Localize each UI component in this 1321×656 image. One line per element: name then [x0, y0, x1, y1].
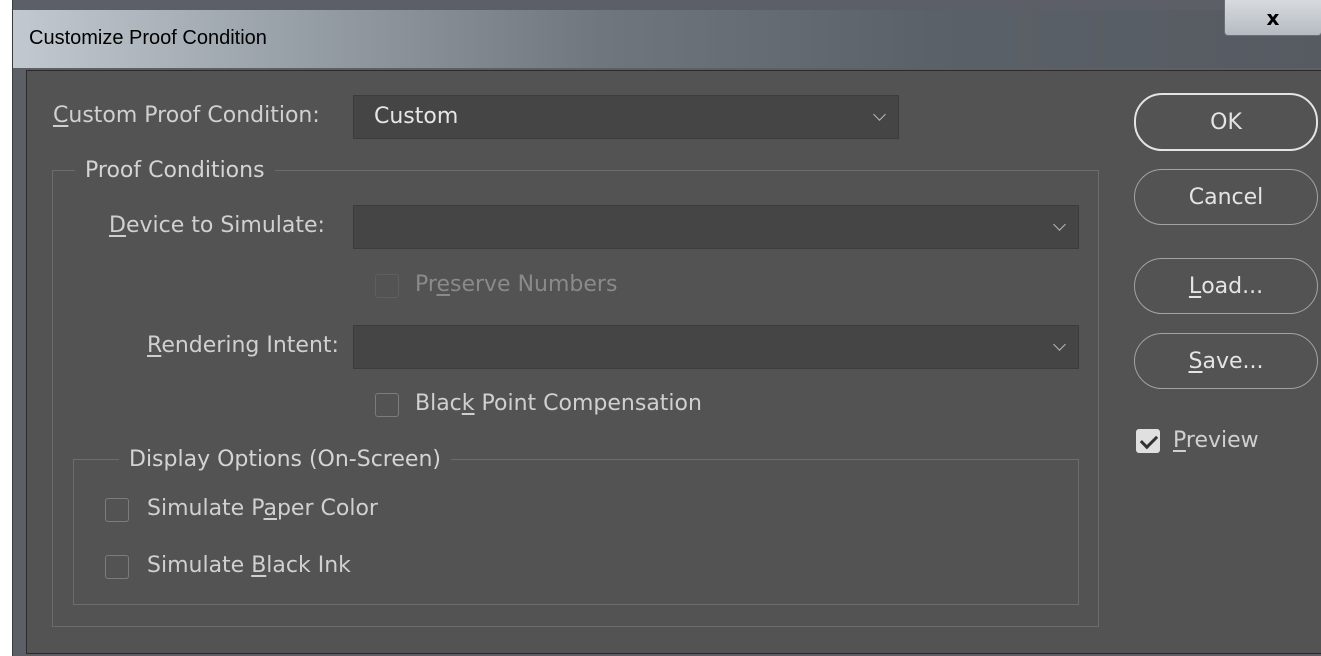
rendering-intent-select[interactable] [353, 325, 1079, 369]
display-options-group [73, 459, 1079, 605]
save-button[interactable]: Save... [1134, 333, 1318, 389]
custom-proof-condition-value: Custom [374, 104, 459, 129]
black-point-compensation-checkbox[interactable] [375, 393, 399, 417]
rendering-intent-label: Rendering Intent: [147, 333, 339, 358]
chevron-down-icon [1053, 218, 1066, 231]
preserve-numbers-label: Preserve Numbers [415, 272, 618, 297]
close-button[interactable]: x [1224, 0, 1321, 36]
preview-label: Preview [1173, 428, 1259, 453]
custom-proof-condition-select[interactable]: Custom [353, 95, 899, 139]
simulate-paper-color-label: Simulate Paper Color [147, 496, 378, 521]
chevron-down-icon [1053, 338, 1066, 351]
ok-button[interactable]: OK [1134, 93, 1318, 151]
proof-conditions-legend: Proof Conditions [75, 158, 275, 183]
display-options-legend: Display Options (On-Screen) [119, 447, 451, 472]
window-title: Customize Proof Condition [29, 27, 267, 49]
dialog-window: Customize Proof Condition x Custom Proof… [12, 0, 1321, 656]
device-to-simulate-label: Device to Simulate: [109, 213, 325, 238]
device-to-simulate-select[interactable] [353, 205, 1079, 249]
cancel-button[interactable]: Cancel [1134, 169, 1318, 225]
preview-checkbox[interactable] [1136, 429, 1160, 453]
load-button[interactable]: Load... [1134, 258, 1318, 314]
simulate-black-ink-label: Simulate Black Ink [147, 553, 351, 578]
simulate-black-ink-checkbox[interactable] [105, 555, 129, 579]
simulate-paper-color-checkbox[interactable] [105, 498, 129, 522]
close-icon: x [1266, 5, 1280, 30]
preserve-numbers-checkbox[interactable] [375, 274, 399, 298]
black-point-compensation-label: Black Point Compensation [415, 391, 702, 416]
custom-proof-condition-label: Custom Proof Condition: [53, 103, 320, 128]
chevron-down-icon [873, 108, 886, 121]
dialog-content: Custom Proof Condition: Custom Proof Con… [26, 70, 1321, 654]
title-bar: Customize Proof Condition [13, 10, 1321, 68]
